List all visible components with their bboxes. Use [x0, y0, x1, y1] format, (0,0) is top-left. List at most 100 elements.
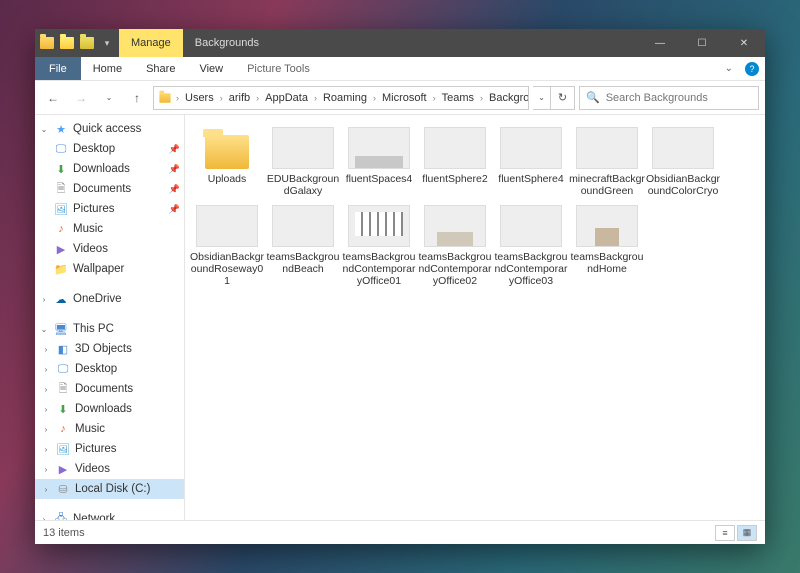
- expand-icon[interactable]: ›: [41, 465, 51, 474]
- file-item[interactable]: ObsidianBackgroundColorCryo: [645, 127, 721, 197]
- ribbon-expand-icon[interactable]: ⌄: [719, 63, 739, 74]
- nav-item[interactable]: ▶Videos: [35, 239, 184, 259]
- nav-back-button[interactable]: ←: [41, 86, 65, 110]
- crumb-teams[interactable]: Teams: [440, 92, 476, 104]
- nav-forward-button[interactable]: →: [69, 86, 93, 110]
- ribbon: File Home Share View Picture Tools ⌄ ?: [35, 57, 765, 81]
- expand-icon[interactable]: ›: [41, 425, 51, 434]
- nav-this-pc[interactable]: ⌄ 🖥 This PC: [35, 319, 184, 339]
- chevron-right-icon[interactable]: ›: [478, 93, 485, 103]
- nav-item[interactable]: 🖼Pictures📌: [35, 199, 184, 219]
- documents-icon: 🗎: [53, 181, 69, 197]
- file-item[interactable]: fluentSphere4: [493, 127, 569, 197]
- crumb-backgrounds[interactable]: Backgrounds: [487, 92, 529, 104]
- nav-item[interactable]: ›⛁Local Disk (C:): [35, 479, 184, 499]
- ribbon-tab-file[interactable]: File: [35, 57, 81, 80]
- nav-item[interactable]: ›⬇Downloads: [35, 399, 184, 419]
- ribbon-tab-home[interactable]: Home: [81, 59, 134, 79]
- crumb-microsoft[interactable]: Microsoft: [380, 92, 429, 104]
- file-item[interactable]: teamsBackgroundContemporaryOffice02: [417, 205, 493, 287]
- nav-item[interactable]: ›▶Videos: [35, 459, 184, 479]
- chevron-right-icon[interactable]: ›: [254, 93, 261, 103]
- file-item[interactable]: teamsBackgroundContemporaryOffice03: [493, 205, 569, 287]
- expand-icon[interactable]: ›: [41, 385, 51, 394]
- chevron-right-icon[interactable]: ›: [431, 93, 438, 103]
- chevron-right-icon[interactable]: ›: [312, 93, 319, 103]
- crumb-users[interactable]: Users: [183, 92, 216, 104]
- nav-item[interactable]: 📁Wallpaper: [35, 259, 184, 279]
- file-item[interactable]: teamsBackgroundContemporaryOffice01: [341, 205, 417, 287]
- nav-item[interactable]: ⬇Downloads📌: [35, 159, 184, 179]
- file-item[interactable]: minecraftBackgroundGreen: [569, 127, 645, 197]
- quick-access-toolbar: ▾: [35, 29, 119, 57]
- ribbon-tab-share[interactable]: Share: [134, 59, 187, 79]
- nav-item[interactable]: ›🗎Documents: [35, 379, 184, 399]
- view-details-button[interactable]: ≡: [715, 525, 735, 541]
- collapse-icon[interactable]: ⌄: [39, 325, 49, 334]
- nav-network[interactable]: › 🖧 Network: [35, 509, 184, 520]
- chevron-right-icon[interactable]: ›: [371, 93, 378, 103]
- status-bar: 13 items ≡ ▦: [35, 520, 765, 544]
- expand-icon[interactable]: ›: [41, 485, 51, 494]
- nav-item[interactable]: ›♪Music: [35, 419, 184, 439]
- titlebar-drag-area[interactable]: [271, 29, 639, 57]
- crumb-roaming[interactable]: Roaming: [321, 92, 369, 104]
- image-thumbnail: [576, 127, 638, 169]
- nav-item[interactable]: ♪Music: [35, 219, 184, 239]
- expand-icon[interactable]: ›: [41, 405, 51, 414]
- nav-up-button[interactable]: ↑: [125, 86, 149, 110]
- item-label: teamsBackgroundHome: [569, 251, 645, 275]
- maximize-button[interactable]: ☐: [681, 29, 723, 57]
- content-body: ⌄ ★ Quick access 🖵Desktop📌⬇Downloads📌🗎Do…: [35, 115, 765, 520]
- file-item[interactable]: Uploads: [189, 127, 265, 197]
- nav-item[interactable]: 🗎Documents📌: [35, 179, 184, 199]
- status-item-count: 13 items: [43, 527, 85, 539]
- qat-newfolder-icon[interactable]: [79, 35, 95, 51]
- crumb-user[interactable]: arifb: [227, 92, 252, 104]
- file-item[interactable]: fluentSpaces4: [341, 127, 417, 197]
- breadcrumb-dropdown-icon[interactable]: ⌄: [533, 86, 551, 110]
- qat-properties-icon[interactable]: [59, 35, 75, 51]
- items-view[interactable]: UploadsEDUBackgroundGalaxyfluentSpaces4f…: [185, 115, 765, 520]
- contextual-tab-manage[interactable]: Manage: [119, 29, 183, 57]
- nav-item[interactable]: ›◧3D Objects: [35, 339, 184, 359]
- nav-quick-access[interactable]: ⌄ ★ Quick access: [35, 119, 184, 139]
- search-input[interactable]: [606, 92, 752, 104]
- crumb-appdata[interactable]: AppData: [263, 92, 310, 104]
- file-item[interactable]: teamsBackgroundBeach: [265, 205, 341, 287]
- breadcrumb[interactable]: › Users › arifb › AppData › Roaming › Mi…: [153, 86, 529, 110]
- ribbon-tab-view[interactable]: View: [187, 59, 235, 79]
- pc-icon: 🖥: [53, 321, 69, 337]
- navigation-pane[interactable]: ⌄ ★ Quick access 🖵Desktop📌⬇Downloads📌🗎Do…: [35, 115, 185, 520]
- expand-icon[interactable]: ›: [39, 295, 49, 304]
- file-item[interactable]: EDUBackgroundGalaxy: [265, 127, 341, 197]
- nav-item[interactable]: ›🖼Pictures: [35, 439, 184, 459]
- nav-onedrive[interactable]: › ☁ OneDrive: [35, 289, 184, 309]
- nav-item[interactable]: 🖵Desktop📌: [35, 139, 184, 159]
- qat-customize-icon[interactable]: ▾: [99, 35, 115, 51]
- file-item[interactable]: fluentSphere2: [417, 127, 493, 197]
- ribbon-tab-picture-tools[interactable]: Picture Tools: [235, 59, 322, 79]
- expand-icon[interactable]: ›: [41, 445, 51, 454]
- star-icon: ★: [53, 121, 69, 137]
- nav-item[interactable]: ›🖵Desktop: [35, 359, 184, 379]
- minimize-button[interactable]: —: [639, 29, 681, 57]
- close-button[interactable]: ✕: [723, 29, 765, 57]
- file-item[interactable]: ObsidianBackgroundRoseway01: [189, 205, 265, 287]
- expand-icon[interactable]: ›: [41, 365, 51, 374]
- refresh-button[interactable]: ↻: [551, 86, 575, 110]
- file-item[interactable]: teamsBackgroundHome: [569, 205, 645, 287]
- help-icon[interactable]: ?: [745, 62, 759, 76]
- nav-item-label: Pictures: [75, 443, 117, 455]
- expand-icon[interactable]: ›: [41, 345, 51, 354]
- pin-icon: 📌: [169, 144, 180, 155]
- collapse-icon[interactable]: ⌄: [39, 125, 49, 134]
- search-box[interactable]: 🔍: [579, 86, 759, 110]
- item-label: ObsidianBackgroundRoseway01: [189, 251, 265, 287]
- chevron-right-icon[interactable]: ›: [174, 93, 181, 103]
- chevron-right-icon[interactable]: ›: [218, 93, 225, 103]
- view-thumbnails-button[interactable]: ▦: [737, 525, 757, 541]
- desktop-icon: 🖵: [55, 361, 71, 377]
- nav-recent-dropdown[interactable]: ⌄: [97, 86, 121, 110]
- titlebar[interactable]: ▾ Manage Backgrounds — ☐ ✕: [35, 29, 765, 57]
